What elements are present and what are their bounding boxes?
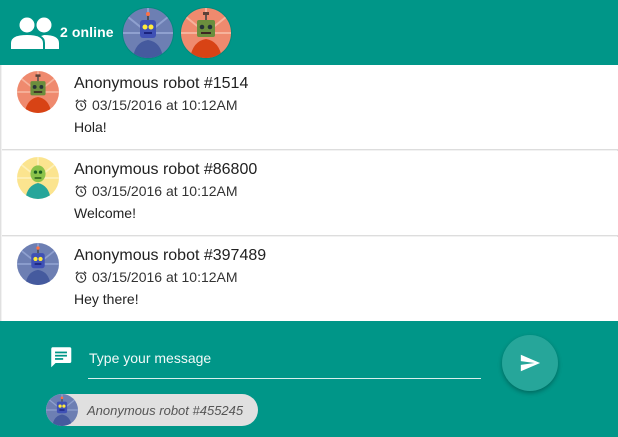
chat-header: 2 online <box>0 0 618 65</box>
alarm-clock-icon <box>75 271 87 283</box>
compose-area: Anonymous robot #455245 <box>0 321 618 437</box>
message-text: Hola! <box>74 119 107 135</box>
message-item: Anonymous robot #1514 03/15/2016 at 10:1… <box>2 65 618 150</box>
robot-blue-avatar <box>46 394 78 426</box>
send-button[interactable] <box>502 335 558 391</box>
message-author: Anonymous robot #1514 <box>74 75 249 92</box>
alarm-clock-icon <box>75 185 87 197</box>
robot-yellow-avatar <box>17 157 59 199</box>
message-timestamp: 03/15/2016 at 10:12AM <box>74 269 238 285</box>
message-item: Anonymous robot #397489 03/15/2016 at 10… <box>2 237 618 322</box>
robot-blue-avatar <box>17 243 59 285</box>
send-icon <box>520 354 541 372</box>
online-user-avatar[interactable] <box>123 8 173 58</box>
message-list[interactable]: Anonymous robot #1514 03/15/2016 at 10:1… <box>0 65 618 322</box>
avatar <box>46 394 78 426</box>
message-timestamp-text: 03/15/2016 at 10:12AM <box>92 183 238 199</box>
online-user-avatar[interactable] <box>181 8 231 58</box>
robot-orange-avatar <box>181 8 231 58</box>
chat-bubble-icon <box>51 347 72 368</box>
alarm-clock-icon <box>75 99 87 111</box>
message-timestamp-text: 03/15/2016 at 10:12AM <box>92 97 238 113</box>
message-timestamp: 03/15/2016 at 10:12AM <box>74 97 238 113</box>
current-user-chip: Anonymous robot #455245 <box>46 394 258 426</box>
message-author: Anonymous robot #397489 <box>74 247 267 264</box>
robot-blue-avatar <box>123 8 173 58</box>
online-count: 2 online <box>60 24 114 40</box>
message-author: Anonymous robot #86800 <box>74 161 258 178</box>
people-icon <box>11 17 59 49</box>
avatar <box>17 243 59 285</box>
avatar <box>17 71 59 113</box>
message-item: Anonymous robot #86800 03/15/2016 at 10:… <box>2 151 618 236</box>
robot-orange-avatar <box>17 71 59 113</box>
message-text: Welcome! <box>74 205 136 221</box>
current-user-name: Anonymous robot #455245 <box>87 402 244 418</box>
message-timestamp: 03/15/2016 at 10:12AM <box>74 183 238 199</box>
avatar <box>17 157 59 199</box>
message-text: Hey there! <box>74 291 139 307</box>
message-timestamp-text: 03/15/2016 at 10:12AM <box>92 269 238 285</box>
message-input[interactable] <box>88 341 481 379</box>
